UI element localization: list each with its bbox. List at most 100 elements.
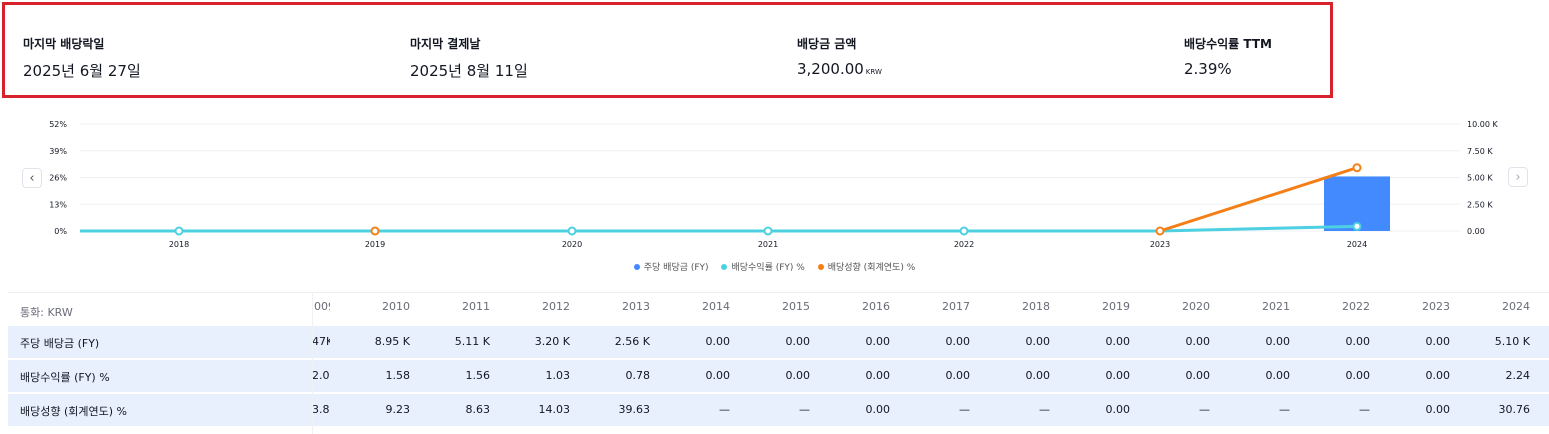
yield-point bbox=[763, 226, 773, 236]
table-cell: 0.00 bbox=[1105, 369, 1131, 382]
left-axis-tick-label: 52% bbox=[49, 120, 67, 129]
legend-swatch bbox=[633, 263, 640, 270]
table-cell: 0.00 bbox=[945, 369, 971, 382]
legend-item-dps[interactable]: 주당 배당금 (FY) bbox=[633, 260, 709, 273]
table-row-payout: 배당성향 (회계연도) % 3.84 9.23 8.63 14.03 39.63 — — 0.… bbox=[8, 394, 1549, 426]
table-cell: 0.00 bbox=[1025, 335, 1051, 348]
legend-item-yield[interactable]: 배당수익률 (FY) % bbox=[721, 260, 805, 273]
table-cell: 0.00 bbox=[865, 403, 891, 416]
year-column-header: 2012 bbox=[542, 300, 570, 313]
table-cell: 30.76 bbox=[1498, 403, 1531, 416]
table-cell: 8.95 K bbox=[374, 335, 410, 348]
stat-label: 배당수익률 TTM bbox=[1184, 37, 1272, 51]
right-axis-tick-label: 7.50 K bbox=[1467, 147, 1493, 156]
table-cell: 0.00 bbox=[1265, 369, 1291, 382]
year-column-header: 2022 bbox=[1342, 300, 1370, 313]
table-cell: 47K bbox=[312, 335, 330, 348]
right-axis-tick-label: 0.00 bbox=[1467, 227, 1485, 236]
table-cell: 14.03 bbox=[538, 403, 571, 416]
payout-point bbox=[1352, 163, 1362, 173]
left-axis-tick-label: 0% bbox=[54, 227, 67, 236]
right-axis-tick-label: 10.00 K bbox=[1467, 120, 1498, 129]
table-cell: — bbox=[959, 403, 970, 416]
table-cell: 39.63 bbox=[618, 403, 651, 416]
table-cell: 0.00 bbox=[705, 369, 731, 382]
table-cell: 8.63 bbox=[465, 403, 491, 416]
chart-canvas: 0% 13% 26% 39% 52% 0.00 2.50 K 5.00 K 7.50 K 10.0… bbox=[49, 120, 1498, 249]
table-cell: 0.78 bbox=[625, 369, 651, 382]
dividend-history-table: 통화: KRW 009 2010 2011 2012 2013 2014 2015 2016 2… bbox=[8, 292, 1549, 434]
table-cell: 0.00 bbox=[1105, 403, 1131, 416]
year-column-header: 2014 bbox=[702, 300, 730, 313]
x-axis-tick-label: 2020 bbox=[562, 240, 582, 249]
chart-next-button[interactable]: › bbox=[1508, 167, 1528, 187]
table-cell: 0.00 bbox=[865, 369, 891, 382]
dividend-amount: 배당금 금액 3,200.00 KRW bbox=[797, 35, 882, 78]
x-axis-tick-label: 2021 bbox=[758, 240, 778, 249]
table-cell: 3.20 K bbox=[534, 335, 570, 348]
table-cell: 0.00 bbox=[1105, 335, 1131, 348]
row-label: 주당 배당금 (FY) bbox=[20, 337, 100, 350]
table-cell: 2.02 bbox=[312, 369, 330, 382]
year-column-header: 2013 bbox=[622, 300, 650, 313]
table-row-yield: 배당수익률 (FY) % 2.02 1.58 1.56 1.03 0.78 0.00 0.0… bbox=[8, 360, 1549, 392]
legend-item-payout[interactable]: 배당성향 (회계연도) % bbox=[817, 260, 915, 273]
table-cell: 2.56 K bbox=[614, 335, 650, 348]
dividend-yield-ttm: 배당수익률 TTM 2.39% bbox=[1184, 35, 1272, 78]
table-frozen-divider bbox=[312, 292, 313, 434]
table-cell: 5.11 K bbox=[454, 335, 490, 348]
x-axis-tick-label: 2022 bbox=[954, 240, 974, 249]
chart-legend: 주당 배당금 (FY) 배당수익률 (FY) % 배당성향 (회계연도) % bbox=[0, 260, 1549, 273]
table-cell: — bbox=[1199, 403, 1210, 416]
x-axis-tick-label: 2023 bbox=[1150, 240, 1170, 249]
left-axis-tick-label: 26% bbox=[49, 174, 67, 183]
chart-prev-button[interactable]: ‹ bbox=[22, 168, 42, 188]
table-cell: 0.00 bbox=[1185, 335, 1211, 348]
currency-unit: KRW bbox=[865, 68, 882, 76]
payout-point bbox=[1155, 226, 1165, 236]
x-axis-tick-label: 2018 bbox=[169, 240, 189, 249]
table-cell: 0.00 bbox=[1425, 335, 1451, 348]
last-ex-dividend-date: 마지막 배당락일 2025년 6월 27일 bbox=[23, 35, 141, 81]
table-cell: 0.00 bbox=[1265, 335, 1291, 348]
last-payment-date: 마지막 결제날 2025년 8월 11일 bbox=[410, 35, 528, 81]
year-column-header: 009 bbox=[314, 300, 330, 313]
table-cell: — bbox=[719, 403, 730, 416]
table-cell: 0.00 bbox=[945, 335, 971, 348]
stat-label: 배당금 금액 bbox=[797, 37, 857, 51]
yield-point bbox=[959, 226, 969, 236]
year-column-header: 2023 bbox=[1422, 300, 1450, 313]
row-label: 배당수익률 (FY) % bbox=[20, 371, 110, 384]
table-cell: 1.58 bbox=[385, 369, 411, 382]
year-column-header: 2024 bbox=[1502, 300, 1530, 313]
x-axis-tick-label: 2024 bbox=[1347, 240, 1367, 249]
table-cell: 2.24 bbox=[1505, 369, 1531, 382]
year-column-header: 2017 bbox=[942, 300, 970, 313]
legend-swatch bbox=[817, 263, 824, 270]
table-cell: 0.00 bbox=[1185, 369, 1211, 382]
table-cell: 0.00 bbox=[1425, 403, 1451, 416]
left-axis-tick-label: 13% bbox=[49, 200, 67, 209]
table-row-dps: 주당 배당금 (FY) 47K 8.95 K 5.11 K 3.20 K 2.56 K 0… bbox=[8, 326, 1549, 358]
dividend-chart: 0% 13% 26% 39% 52% 0.00 2.50 K 5.00 K 7.50 K 10.0… bbox=[0, 110, 1549, 280]
table-cell: 0.00 bbox=[1425, 369, 1451, 382]
table-cell: — bbox=[1279, 403, 1290, 416]
year-column-header: 2021 bbox=[1262, 300, 1290, 313]
stat-value: 3,200.00 KRW bbox=[797, 60, 882, 78]
table-cell: 0.00 bbox=[1345, 335, 1371, 348]
year-column-header: 2015 bbox=[782, 300, 810, 313]
table-cell: 0.00 bbox=[1025, 369, 1051, 382]
table-cell: 5.10 K bbox=[1494, 335, 1530, 348]
table-cell: — bbox=[799, 403, 810, 416]
table-cell: 0.00 bbox=[785, 335, 811, 348]
row-label: 배당성향 (회계연도) % bbox=[20, 405, 127, 418]
stat-value: 2025년 6월 27일 bbox=[23, 62, 141, 80]
table-cell: — bbox=[1359, 403, 1370, 416]
year-column-header: 2020 bbox=[1182, 300, 1210, 313]
legend-swatch bbox=[721, 263, 728, 270]
stat-label: 마지막 결제날 bbox=[410, 37, 481, 51]
table-top-border bbox=[8, 292, 1549, 293]
left-axis-tick-label: 39% bbox=[49, 147, 67, 156]
table-cell: — bbox=[1039, 403, 1050, 416]
year-column-header: 2011 bbox=[462, 300, 490, 313]
